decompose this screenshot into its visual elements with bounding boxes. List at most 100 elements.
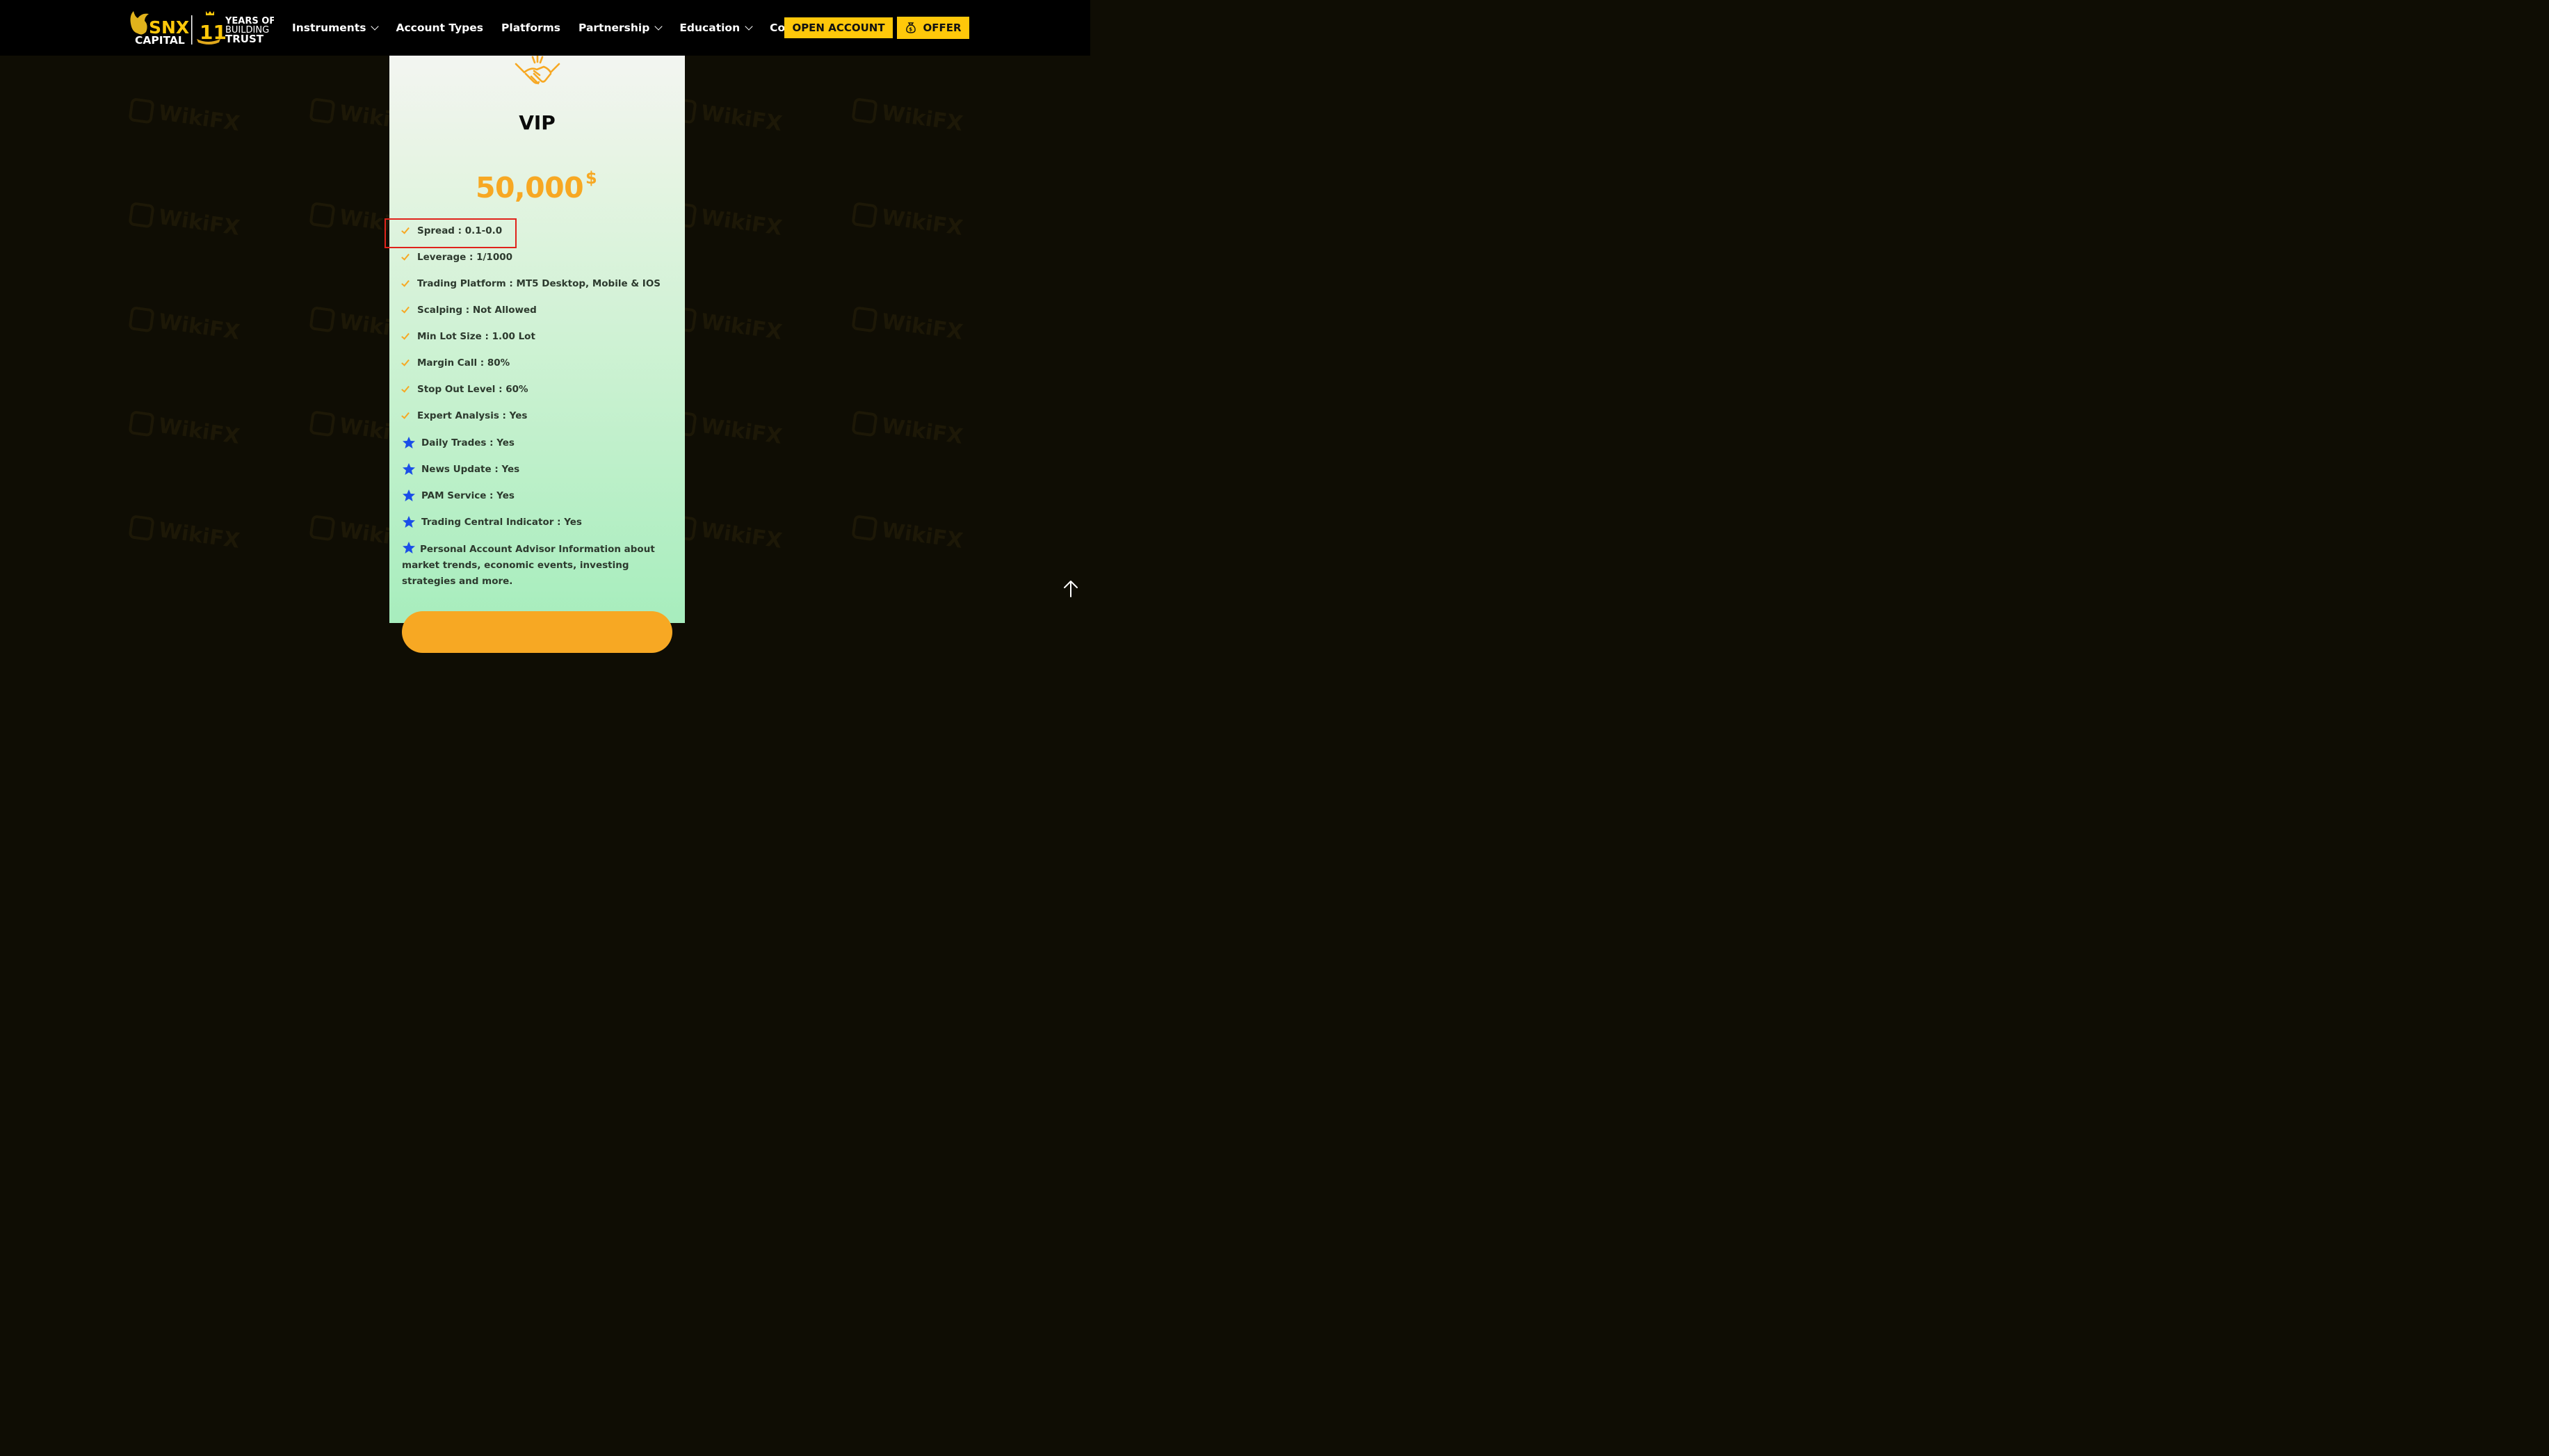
watermark-text: WikiFX [880,517,964,553]
feature-text: Min Lot Size : 1.00 Lot [417,331,535,342]
wikifx-watermark: WikiFX [851,201,964,241]
wikifx-watermark: WikiFX [851,410,964,449]
chevron-down-icon [371,22,380,31]
wikifx-watermark: WikiFX [128,410,241,449]
wikifx-logo-icon [128,410,155,437]
wikifx-logo-icon [851,97,878,124]
plan-price: 50,000 [476,171,584,204]
feature-stop-out-level: Stop Out Level : 60% [401,383,528,395]
offer-button[interactable]: $ OFFER [897,17,969,39]
check-icon [401,277,410,287]
open-account-button[interactable]: OPEN ACCOUNT [784,17,893,38]
wikifx-watermark: WikiFX [670,410,784,449]
svg-text:11: 11 [200,21,227,44]
star-icon [403,463,415,475]
open-vip-account-button[interactable] [402,611,672,653]
feature-text: Trading Central Indicator : Yes [421,517,582,528]
feature-leverage: Leverage : 1/1000 [401,251,512,263]
nav-education[interactable]: Education [679,22,753,34]
watermark-text: WikiFX [699,309,784,345]
offer-label: OFFER [923,22,962,34]
open-account-label: OPEN ACCOUNT [792,22,885,34]
feature-margin-call: Margin Call : 80% [401,357,510,369]
check-icon [401,225,410,234]
nav-partnership[interactable]: Partnership [578,22,663,34]
feature-text: Stop Out Level : 60% [417,384,528,395]
watermark-text: WikiFX [880,413,964,449]
feature-personal-advisor: Personal Account Advisor Information abo… [402,541,673,590]
wikifx-watermark: WikiFX [670,514,784,553]
wikifx-watermark: WikiFX [851,514,964,553]
watermark-text: WikiFX [156,309,241,345]
wikifx-logo-icon [851,305,878,332]
wikifx-watermark: WikiFX [670,305,784,345]
wikifx-logo-icon [851,514,878,541]
wikifx-logo-icon [128,97,155,124]
wikifx-logo-icon [309,201,336,228]
wikifx-logo-icon [128,514,155,541]
check-icon [401,330,410,340]
feature-text: PAM Service : Yes [421,490,515,501]
wikifx-watermark: WikiFX [670,97,784,136]
wikifx-watermark: WikiFX [128,201,241,241]
wikifx-watermark: WikiFX [851,97,964,136]
watermark-text: WikiFX [880,204,964,241]
wikifx-logo-icon [309,410,336,437]
star-icon [403,437,415,448]
wikifx-watermark: WikiFX [128,305,241,345]
feature-daily-trades: Daily Trades : Yes [402,436,515,450]
check-icon [401,383,410,393]
wikifx-watermark: WikiFX [670,201,784,241]
chevron-down-icon [654,22,663,31]
feature-spread: Spread : 0.1-0.0 [401,225,503,236]
feature-text: Personal Account Advisor Information abo… [402,544,655,587]
feature-text: Margin Call : 80% [417,357,510,369]
plan-title: VIP [519,111,556,134]
handshake-icon [515,54,560,85]
money-bag-icon: $ [906,22,916,33]
watermark-text: WikiFX [156,413,241,449]
feature-min-lot-size: Min Lot Size : 1.00 Lot [401,330,535,342]
watermark-text: WikiFX [156,204,241,241]
wikifx-logo-icon [851,201,878,228]
check-icon [401,357,410,366]
nav-label: Education [679,22,741,34]
wikifx-logo-icon [128,305,155,332]
vip-plan-card: VIP 50,000 $ Spread : 0.1-0.0 Leverage :… [389,54,685,653]
nav-account-types[interactable]: Account Types [396,22,483,34]
nav-instruments[interactable]: Instruments [292,22,380,34]
nav-platforms[interactable]: Platforms [501,22,560,34]
nav-label: Platforms [501,22,560,34]
svg-text:CAPITAL: CAPITAL [135,34,185,46]
watermark-text: WikiFX [699,413,784,449]
arrow-up-icon[interactable] [1061,579,1081,599]
feature-trading-central-indicator: Trading Central Indicator : Yes [402,515,582,529]
nav-label: Instruments [292,22,366,34]
nav-label: Account Types [396,22,484,34]
wikifx-logo-icon [309,514,336,541]
wikifx-logo-icon [309,97,336,124]
watermark-text: WikiFX [156,100,241,136]
check-icon [401,251,410,261]
watermark-text: WikiFX [699,100,784,136]
main-nav: Instruments Account Types Platforms Part… [292,0,856,56]
site-header: SNX CAPITAL 11 YEARS OF BUILDING TRUST I… [0,0,1090,56]
plan-currency: $ [585,168,597,188]
wikifx-watermark: WikiFX [128,514,241,553]
snx-capital-logo[interactable]: SNX CAPITAL 11 YEARS OF BUILDING TRUST [128,8,275,47]
wikifx-logo-icon [128,201,155,228]
star-icon [403,490,415,501]
feature-text: Daily Trades : Yes [421,437,515,448]
watermark-text: WikiFX [699,517,784,553]
wikifx-watermark: WikiFX [128,97,241,136]
svg-text:TRUST: TRUST [225,33,264,45]
feature-trading-platform: Trading Platform : MT5 Desktop, Mobile &… [401,277,661,289]
feature-text: News Update : Yes [421,464,520,475]
feature-text: Spread : 0.1-0.0 [417,225,503,236]
feature-text: Expert Analysis : Yes [417,410,528,421]
feature-expert-analysis: Expert Analysis : Yes [401,410,528,421]
check-icon [401,304,410,314]
watermark-text: WikiFX [880,100,964,136]
nav-label: Partnership [578,22,650,34]
watermark-text: WikiFX [156,517,241,553]
